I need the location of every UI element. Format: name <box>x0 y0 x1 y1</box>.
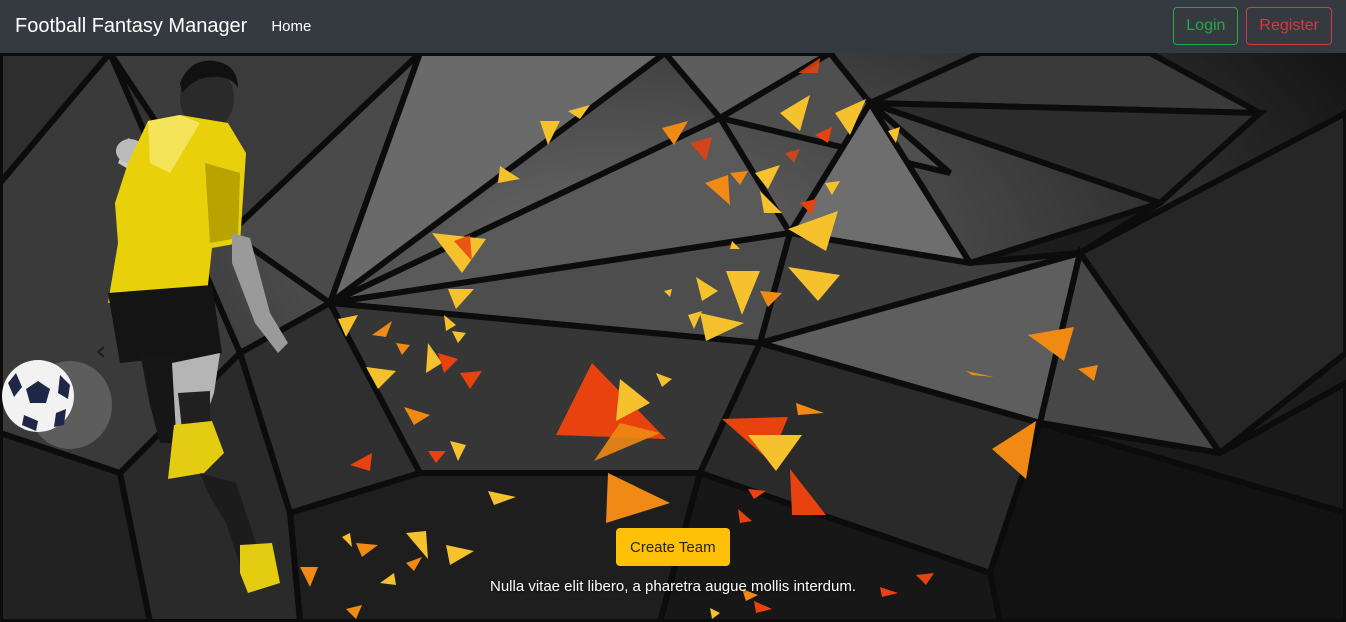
chevron-left-icon: ‹ <box>95 334 107 367</box>
top-navbar: Football Fantasy Manager Home Login Regi… <box>0 0 1346 53</box>
brand-logo[interactable]: Football Fantasy Manager <box>15 15 247 38</box>
nav-link-home[interactable]: Home <box>271 18 311 35</box>
carousel-caption: Nulla vitae elit libero, a pharetra augu… <box>489 578 857 595</box>
hero-carousel: ‹ Create Team Nulla vitae elit libero, a… <box>0 53 1346 622</box>
carousel-prev-button[interactable]: ‹ <box>88 337 114 365</box>
login-button[interactable]: Login <box>1173 7 1239 45</box>
register-button[interactable]: Register <box>1246 7 1332 45</box>
auth-buttons: Login Register <box>1173 7 1332 45</box>
create-team-button[interactable]: Create Team <box>616 528 730 566</box>
